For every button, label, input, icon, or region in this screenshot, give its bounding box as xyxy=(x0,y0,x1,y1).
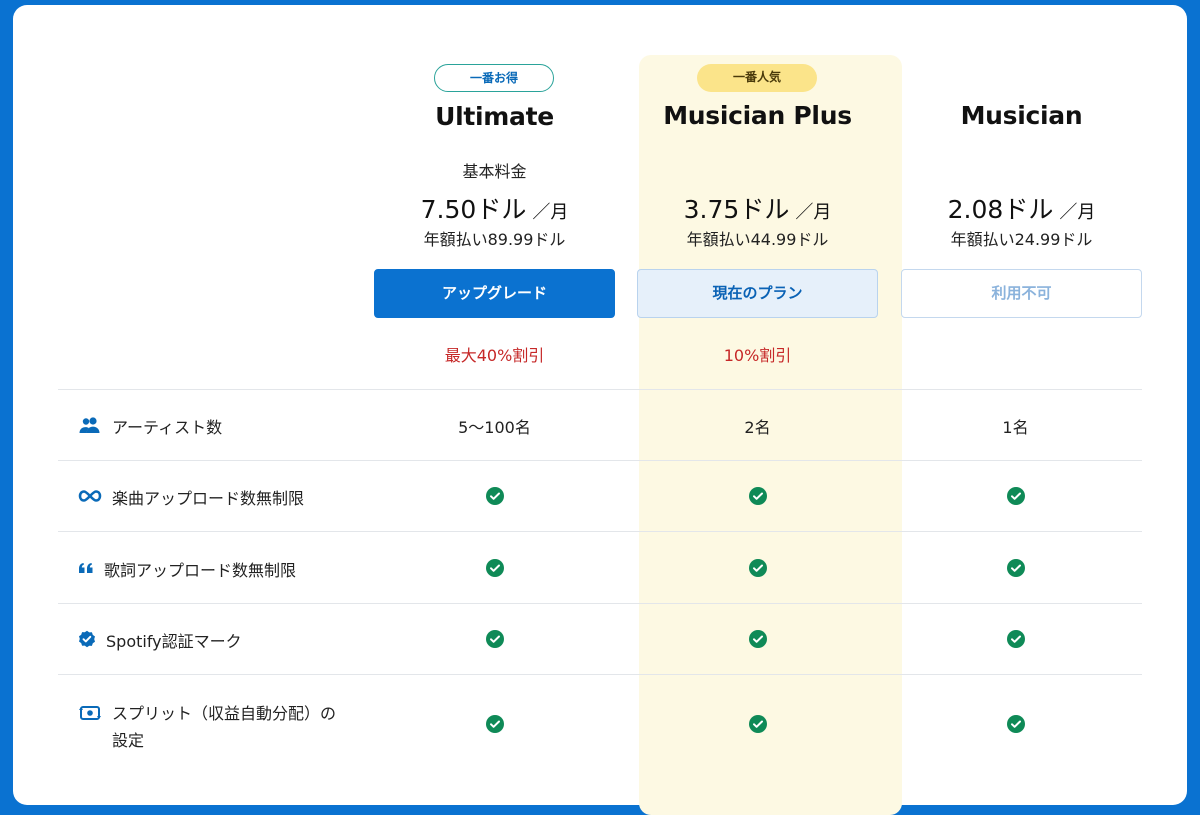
included-check xyxy=(637,715,878,737)
feature-value: 2名 xyxy=(744,418,771,437)
included-check xyxy=(374,559,615,581)
feature-label: スプリット（収益自動分配）の 設定 xyxy=(112,700,336,754)
included-check xyxy=(895,487,1136,509)
check-icon xyxy=(485,559,504,577)
included-check xyxy=(374,630,615,652)
included-check xyxy=(895,630,1136,652)
row-divider xyxy=(58,460,1142,461)
check-icon xyxy=(485,630,504,648)
feature-label: 楽曲アップロード数無制限 xyxy=(112,489,305,508)
most-popular-badge: 一番人気 xyxy=(697,64,817,92)
feature-label: Spotify認証マーク xyxy=(106,632,242,651)
plan-price: 2.08ドル ／月 xyxy=(901,190,1142,226)
feature-value: 5〜100名 xyxy=(458,418,531,437)
plan-name: Ultimate xyxy=(435,102,554,131)
plan-price: 3.75ドル ／月 xyxy=(637,190,878,226)
upgrade-button[interactable]: アップグレード xyxy=(374,269,615,318)
users-icon xyxy=(78,415,102,435)
included-check xyxy=(374,715,615,737)
plan-name: Musician Plus xyxy=(663,101,852,130)
quote-icon xyxy=(78,558,94,578)
annual-price: 年額払い44.99ドル xyxy=(686,230,829,249)
check-icon xyxy=(485,487,504,505)
check-icon xyxy=(748,715,767,733)
price-amount: 3.75ドル xyxy=(683,195,790,224)
infinity-icon xyxy=(78,486,102,506)
included-check xyxy=(374,487,615,509)
check-icon xyxy=(1006,487,1025,505)
discount-label: 10%割引 xyxy=(723,346,792,365)
check-icon xyxy=(1006,559,1025,577)
price-unit: ／月 xyxy=(1059,202,1096,223)
check-icon xyxy=(748,487,767,505)
price-unit: ／月 xyxy=(532,202,569,223)
price-unit: ／月 xyxy=(795,202,832,223)
split-payment-icon xyxy=(78,703,102,723)
included-check xyxy=(895,715,1136,737)
included-check xyxy=(637,487,878,509)
price-amount: 2.08ドル xyxy=(947,195,1054,224)
plan-price: 7.50ドル ／月 xyxy=(374,190,615,226)
current-plan-button[interactable]: 現在のプラン xyxy=(637,269,878,318)
row-divider xyxy=(58,603,1142,604)
included-check xyxy=(637,559,878,581)
feature-label-line2: 設定 xyxy=(112,731,145,750)
check-icon xyxy=(1006,715,1025,733)
check-icon xyxy=(748,559,767,577)
included-check xyxy=(637,630,878,652)
verified-badge-icon xyxy=(78,629,96,649)
base-price-label: 基本料金 xyxy=(462,162,527,181)
check-icon xyxy=(1006,630,1025,648)
feature-row-label: Spotify認証マーク xyxy=(78,628,242,652)
feature-value: 1名 xyxy=(1002,418,1029,437)
row-divider xyxy=(58,531,1142,532)
included-check xyxy=(895,559,1136,581)
plan-name: Musician xyxy=(960,101,1083,130)
feature-label: アーティスト数 xyxy=(112,418,223,437)
feature-row-label: アーティスト数 xyxy=(78,414,222,438)
best-value-badge: 一番お得 xyxy=(434,64,554,92)
unavailable-button[interactable]: 利用不可 xyxy=(901,269,1142,318)
price-amount: 7.50ドル xyxy=(420,195,527,224)
feature-row-label: スプリット（収益自動分配）の 設定 xyxy=(78,700,336,754)
discount-label: 最大40%割引 xyxy=(444,346,545,365)
row-divider xyxy=(58,389,1142,390)
feature-row-label: 歌詞アップロード数無制限 xyxy=(78,557,296,581)
feature-label: 歌詞アップロード数無制限 xyxy=(104,561,297,580)
check-icon xyxy=(748,630,767,648)
check-icon xyxy=(485,715,504,733)
feature-row-label: 楽曲アップロード数無制限 xyxy=(78,485,304,509)
annual-price: 年額払い24.99ドル xyxy=(950,230,1093,249)
feature-label-line1: スプリット（収益自動分配）の xyxy=(112,704,337,723)
row-divider xyxy=(58,674,1142,675)
annual-price: 年額払い89.99ドル xyxy=(423,230,566,249)
